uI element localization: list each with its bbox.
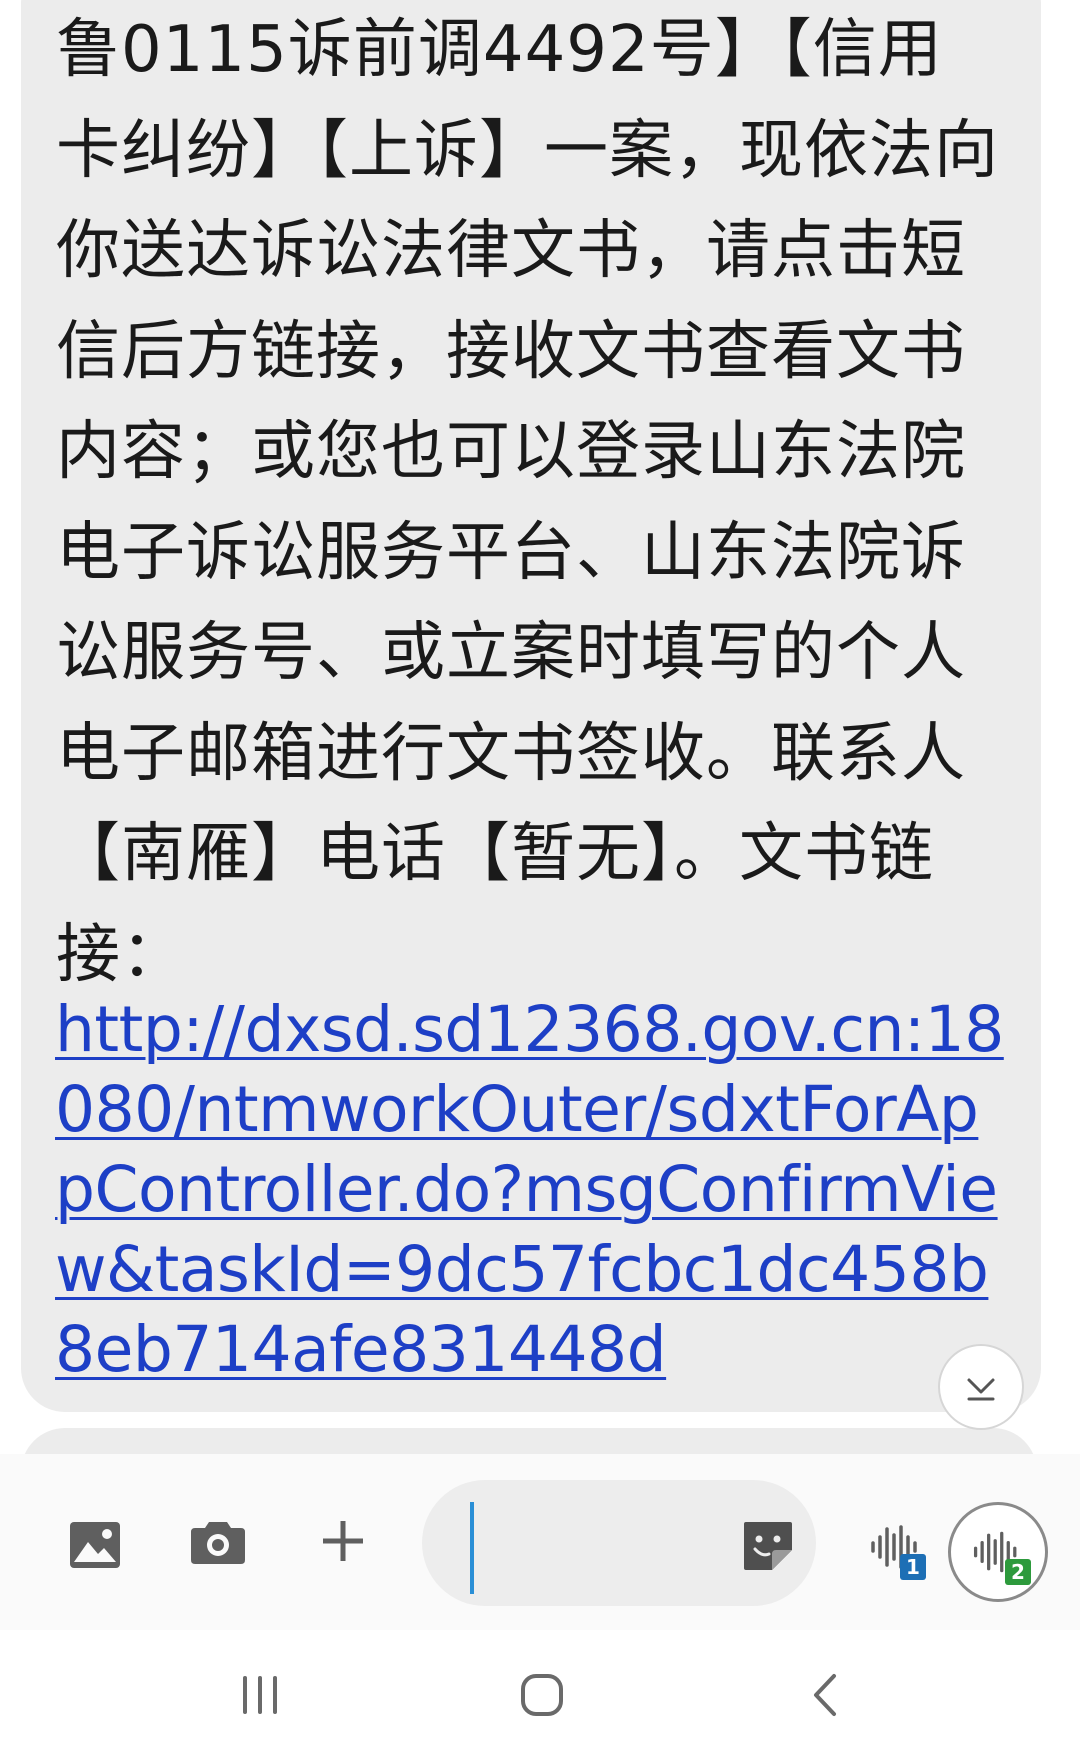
navigation-bar (0, 1630, 1080, 1756)
sticker-button[interactable] (740, 1518, 796, 1574)
gallery-button[interactable] (60, 1510, 130, 1580)
image-icon (70, 1522, 120, 1568)
recent-apps-icon (243, 1676, 277, 1714)
next-message-bubble[interactable] (21, 1428, 1037, 1454)
sim1-badge: 1 (900, 1554, 926, 1580)
scroll-to-bottom-button[interactable] (938, 1344, 1024, 1430)
chevron-down-icon (967, 1378, 995, 1401)
sticker-icon (744, 1522, 792, 1570)
back-icon (814, 1674, 836, 1716)
message-input[interactable] (422, 1480, 816, 1606)
voice-message-sim1-button[interactable]: 1 (852, 1502, 942, 1592)
add-attachment-button[interactable] (310, 1508, 376, 1574)
back-button[interactable] (784, 1660, 864, 1730)
message-list[interactable]: 鲁0115诉前调4492号】【信用卡纠纷】【上诉】一案，现依法向你送达诉讼法律文… (0, 0, 1080, 1454)
voice-message-sim2-button[interactable]: 2 (948, 1502, 1048, 1602)
home-button[interactable] (502, 1660, 582, 1730)
camera-icon (191, 1522, 245, 1564)
message-bubble[interactable]: 鲁0115诉前调4492号】【信用卡纠纷】【上诉】一案，现依法向你送达诉讼法律文… (21, 0, 1041, 1412)
document-link[interactable]: http://dxsd.sd12368.gov.cn:18080/ntmwork… (55, 990, 1015, 1390)
recent-apps-button[interactable] (220, 1660, 300, 1730)
plus-icon (323, 1521, 363, 1561)
message-body: 鲁0115诉前调4492号】【信用卡纠纷】【上诉】一案，现依法向你送达诉讼法律文… (56, 13, 999, 992)
text-caret (470, 1502, 474, 1594)
camera-button[interactable] (185, 1510, 251, 1576)
message-text: 鲁0115诉前调4492号】【信用卡纠纷】【上诉】一案，现依法向你送达诉讼法律文… (55, 0, 1005, 1390)
composer-bar: 1 2 (0, 1454, 1080, 1630)
home-icon (521, 1674, 563, 1716)
sim2-badge: 2 (1005, 1559, 1031, 1585)
